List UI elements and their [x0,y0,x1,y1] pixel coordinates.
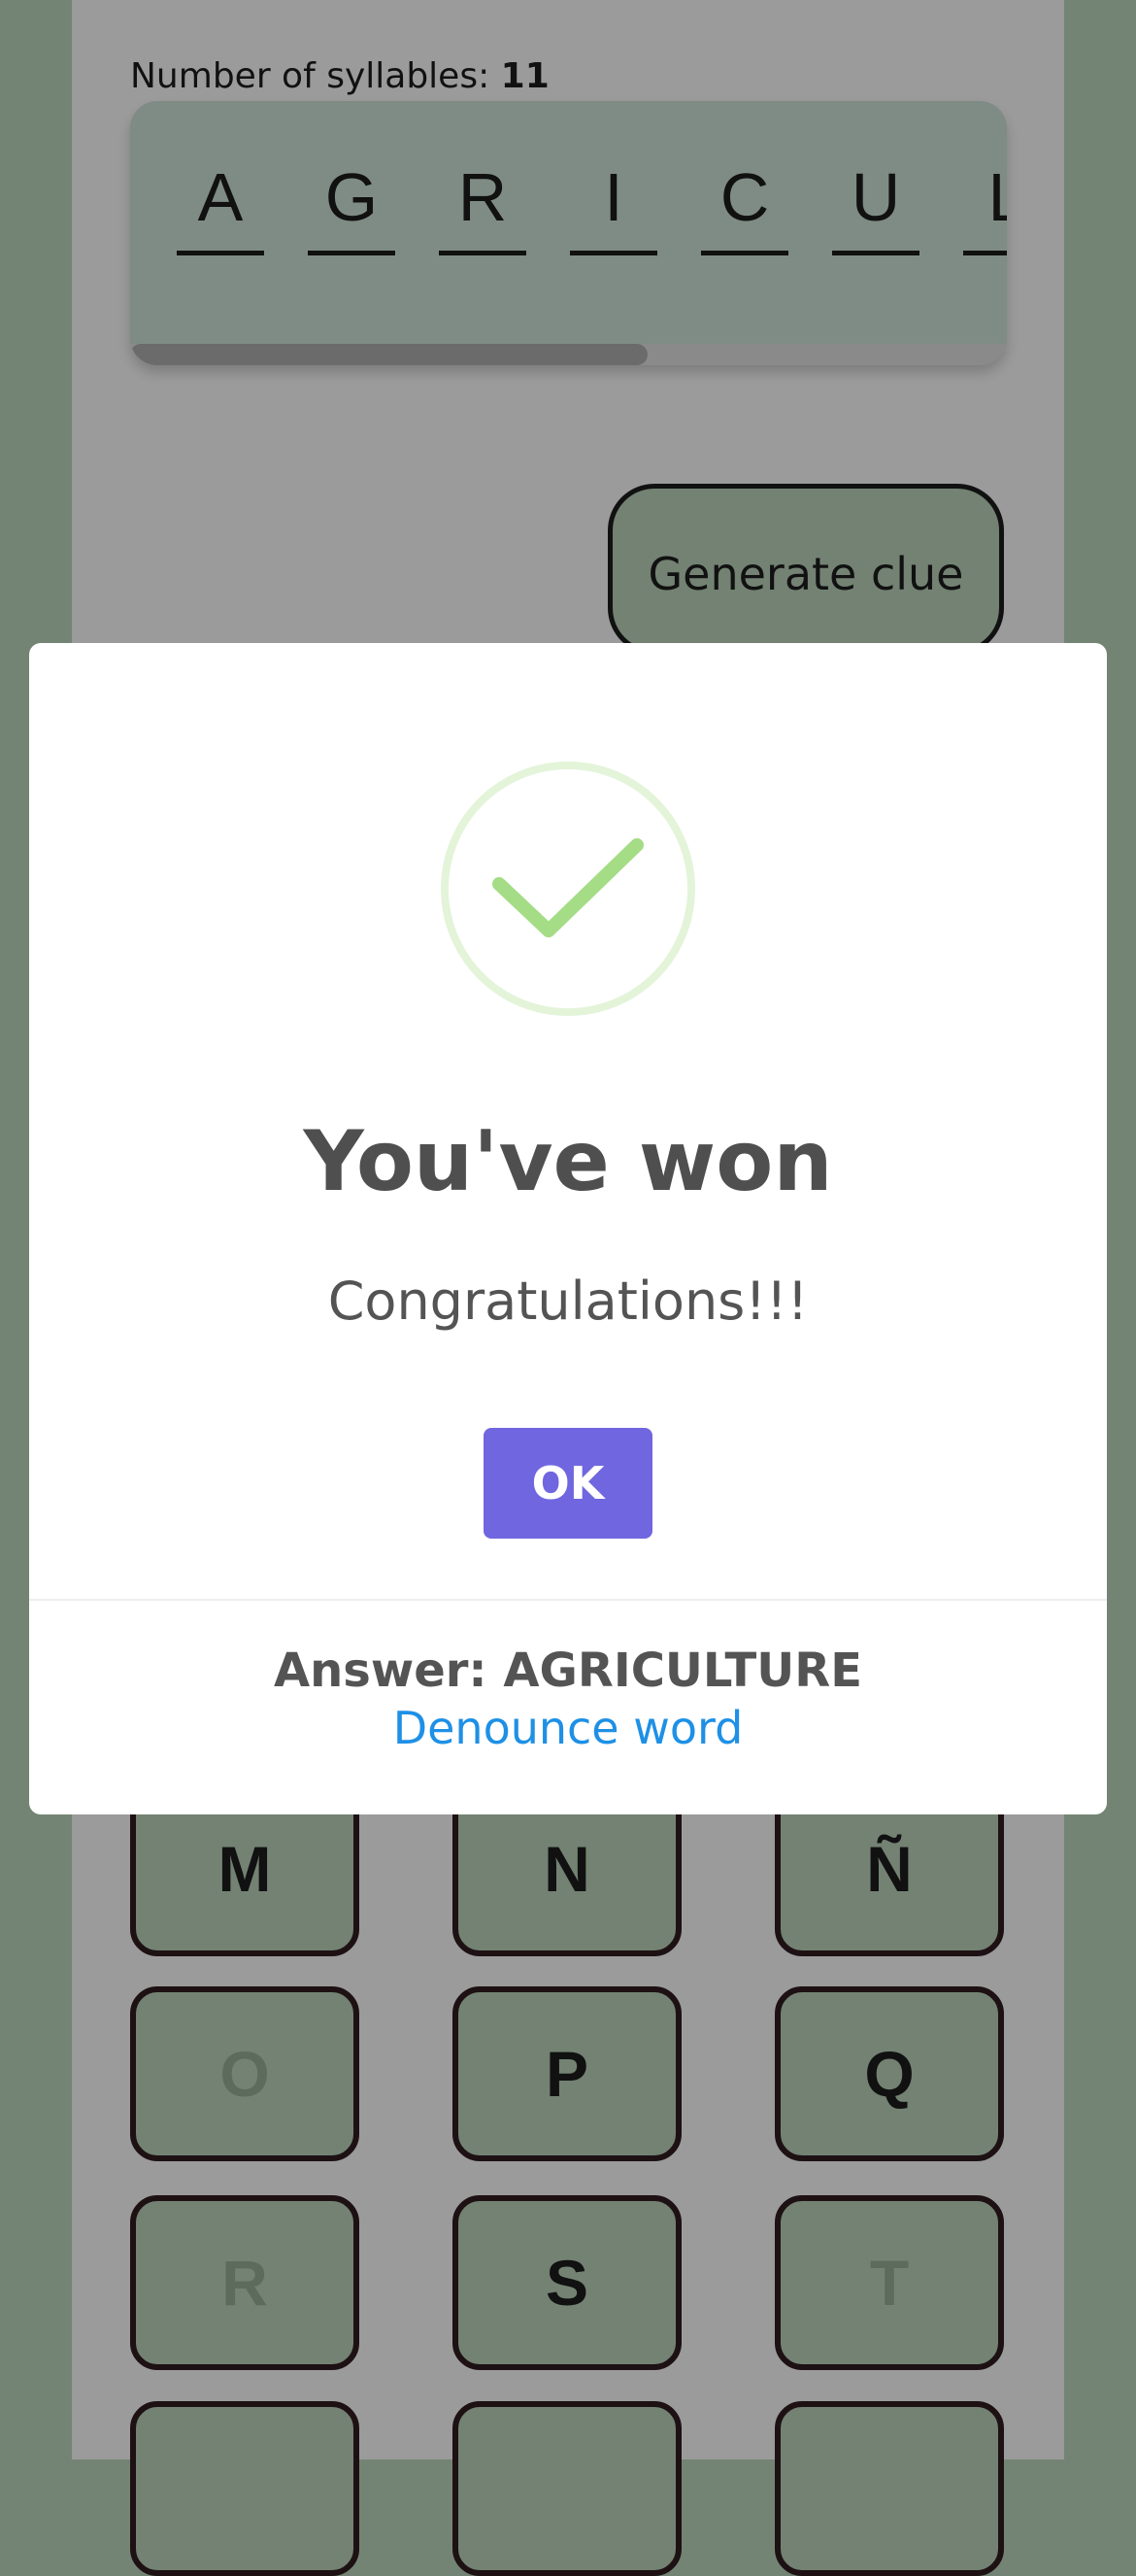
ok-button[interactable]: OK [484,1428,652,1539]
syllable-number: 11 [500,56,550,96]
syllable-count: Number of syllables: 11 [130,56,550,96]
answer-text: Answer: AGRICULTURE [273,1644,863,1698]
scrollbar-thumb[interactable] [130,344,648,365]
key-t[interactable]: T [775,2195,1004,2370]
word-letters: AGRICUL [177,144,1007,280]
letter-slot: A [177,144,264,255]
dialog-title: You've won [303,1113,833,1210]
letter-slot: I [570,144,657,255]
win-dialog: You've won Congratulations!!! OK Answer:… [29,643,1107,1814]
key-row-partial[interactable] [452,2401,682,2576]
letter-slot: G [308,144,395,255]
word-card[interactable]: AGRICUL [130,101,1007,365]
key-p[interactable]: P [452,1986,682,2161]
key-r[interactable]: R [130,2195,359,2370]
dialog-message: Congratulations!!! [327,1271,809,1332]
success-check-icon [441,762,695,1016]
letter-slot: U [832,144,919,255]
generate-clue-button[interactable]: Generate clue [608,484,1004,655]
key-q[interactable]: Q [775,1986,1004,2161]
word-scrollbar[interactable] [130,344,1007,365]
key-s[interactable]: S [452,2195,682,2370]
key-row-partial[interactable] [130,2401,359,2576]
letter-slot: L [963,144,1007,255]
key-o[interactable]: O [130,1986,359,2161]
syllable-label: Number of syllables: [130,56,501,96]
letter-slot: C [701,144,788,255]
denounce-word-link[interactable]: Denounce word [29,1702,1107,1754]
dialog-divider [29,1599,1107,1601]
key-row-partial[interactable] [775,2401,1004,2576]
letter-slot: R [439,144,526,255]
